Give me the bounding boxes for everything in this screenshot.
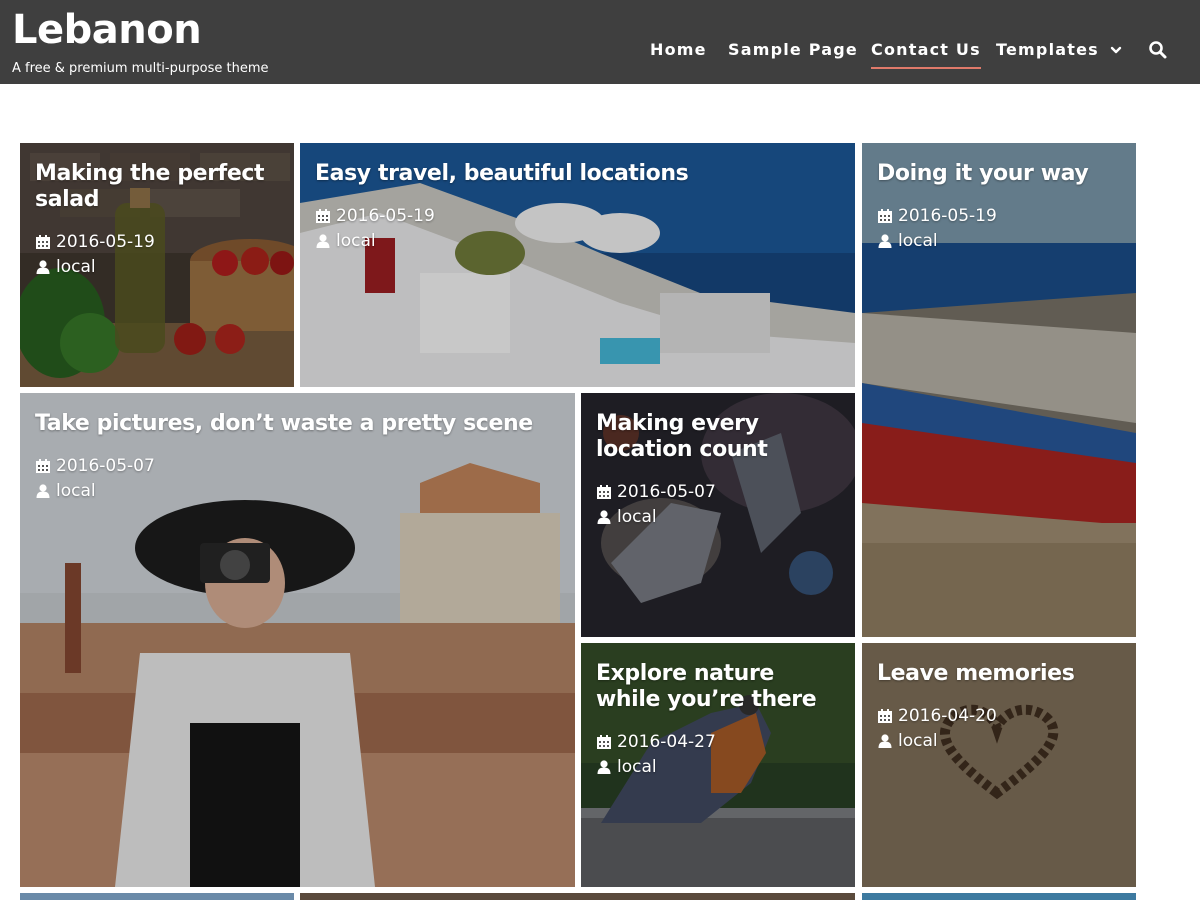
post-author-link[interactable]: local	[56, 481, 96, 501]
user-icon	[597, 759, 611, 774]
post-title[interactable]: Explore nature while you’re there	[596, 661, 841, 713]
post-author-link[interactable]: local	[898, 231, 938, 251]
site-title[interactable]: Lebanon	[12, 4, 202, 56]
post-meta: 2016-05-07 local	[596, 479, 841, 529]
post-author-link[interactable]: local	[336, 231, 376, 251]
post-date: 2016-05-07	[596, 479, 841, 504]
post-content: Making the perfect salad 2016-05-19 loca…	[35, 161, 280, 279]
post-date-text[interactable]: 2016-04-27	[617, 732, 716, 752]
post-card[interactable]: Explore nature while you’re there 2016-0…	[581, 643, 855, 887]
user-icon	[36, 259, 50, 274]
nav-item-home[interactable]: Home	[650, 38, 707, 70]
post-date-text[interactable]: 2016-05-19	[336, 206, 435, 226]
post-meta: 2016-05-19 local	[877, 203, 1122, 253]
post-author-link[interactable]: local	[898, 731, 938, 751]
calendar-icon	[878, 208, 892, 223]
calendar-icon	[36, 234, 50, 249]
post-content: Doing it your way 2016-05-19 local	[877, 161, 1122, 253]
post-meta: 2016-05-19 local	[35, 229, 280, 279]
post-title[interactable]: Take pictures, don’t waste a pretty scen…	[35, 411, 561, 437]
post-author: local	[596, 754, 841, 779]
post-title[interactable]: Leave memories	[877, 661, 1122, 687]
post-card[interactable]: Leave memories 2016-04-20 local	[862, 643, 1136, 887]
user-icon	[36, 483, 50, 498]
user-icon	[878, 233, 892, 248]
post-date-text[interactable]: 2016-04-20	[898, 706, 997, 726]
post-author: local	[315, 228, 841, 253]
post-card[interactable]: Easy travel, beautiful locations 2016-05…	[300, 143, 855, 387]
post-content: Explore nature while you’re there 2016-0…	[596, 661, 841, 779]
post-meta: 2016-05-07 local	[35, 453, 561, 503]
post-content: Take pictures, don’t waste a pretty scen…	[35, 411, 561, 503]
post-title[interactable]: Making every location count	[596, 411, 841, 463]
calendar-icon	[316, 208, 330, 223]
chevron-down-icon	[1110, 46, 1121, 54]
calendar-icon	[36, 458, 50, 473]
post-author: local	[877, 228, 1122, 253]
post-card[interactable]: Take pictures, don’t waste a pretty scen…	[20, 393, 575, 887]
post-card-partial[interactable]	[300, 893, 855, 900]
post-card-partial[interactable]	[862, 893, 1136, 900]
post-card-partial[interactable]	[20, 893, 294, 900]
post-date: 2016-04-20	[877, 703, 1122, 728]
post-date-text[interactable]: 2016-05-07	[56, 456, 155, 476]
post-date-text[interactable]: 2016-05-19	[898, 206, 997, 226]
post-author-link[interactable]: local	[617, 507, 657, 527]
post-card[interactable]: Doing it your way 2016-05-19 local	[862, 143, 1136, 637]
post-meta: 2016-04-27 local	[596, 729, 841, 779]
site-tagline: A free & premium multi-purpose theme	[12, 61, 269, 76]
post-date: 2016-05-19	[35, 229, 280, 254]
post-author: local	[596, 504, 841, 529]
main-nav: Home Sample Page Contact Us Templates	[650, 38, 1200, 70]
user-icon	[316, 233, 330, 248]
post-author: local	[35, 478, 561, 503]
post-date-text[interactable]: 2016-05-19	[56, 232, 155, 252]
calendar-icon	[597, 484, 611, 499]
calendar-icon	[597, 734, 611, 749]
nav-item-contact-us[interactable]: Contact Us	[871, 38, 981, 70]
post-meta: 2016-04-20 local	[877, 703, 1122, 753]
post-author-link[interactable]: local	[617, 757, 657, 777]
post-content: Leave memories 2016-04-20 local	[877, 661, 1122, 753]
post-date: 2016-05-07	[35, 453, 561, 478]
post-date: 2016-04-27	[596, 729, 841, 754]
user-icon	[878, 733, 892, 748]
nav-item-sample-page[interactable]: Sample Page	[728, 38, 858, 70]
nav-item-templates[interactable]: Templates	[996, 38, 1122, 70]
post-meta: 2016-05-19 local	[315, 203, 841, 253]
nav-item-label: Contact Us	[871, 40, 981, 59]
post-date: 2016-05-19	[877, 203, 1122, 228]
post-author: local	[35, 254, 280, 279]
calendar-icon	[878, 708, 892, 723]
post-content: Easy travel, beautiful locations 2016-05…	[315, 161, 841, 253]
nav-item-label: Home	[650, 40, 707, 59]
post-author: local	[877, 728, 1122, 753]
post-card[interactable]: Making the perfect salad 2016-05-19 loca…	[20, 143, 294, 387]
post-title[interactable]: Making the perfect salad	[35, 161, 280, 213]
nav-item-label: Templates	[996, 40, 1099, 59]
post-content: Making every location count 2016-05-07 l…	[596, 411, 841, 529]
post-author-link[interactable]: local	[56, 257, 96, 277]
post-title[interactable]: Doing it your way	[877, 161, 1122, 187]
post-card[interactable]: Making every location count 2016-05-07 l…	[581, 393, 855, 637]
user-icon	[597, 509, 611, 524]
post-date: 2016-05-19	[315, 203, 841, 228]
post-title[interactable]: Easy travel, beautiful locations	[315, 161, 841, 187]
post-date-text[interactable]: 2016-05-07	[617, 482, 716, 502]
site-header: Lebanon A free & premium multi-purpose t…	[0, 0, 1200, 84]
search-icon[interactable]	[1148, 40, 1168, 60]
nav-item-label: Sample Page	[728, 40, 858, 59]
